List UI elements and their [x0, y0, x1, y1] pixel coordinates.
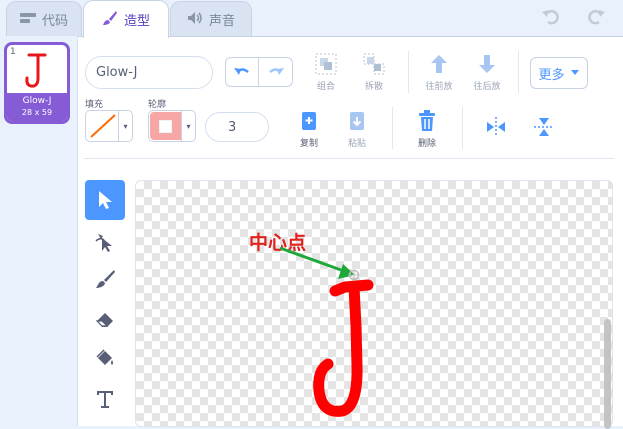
toolbar-separator — [408, 51, 409, 93]
flip-vertical-icon — [534, 118, 554, 136]
toolbar-separator — [462, 107, 463, 149]
chevron-down-icon — [570, 70, 579, 75]
text-tool[interactable] — [85, 379, 125, 419]
eraser-tool[interactable] — [85, 299, 125, 339]
tab-costumes-label: 造型 — [123, 14, 150, 29]
fill-label: 填充 — [85, 100, 104, 110]
select-tool[interactable] — [85, 180, 125, 220]
tab-code-label: 代码 — [41, 14, 68, 29]
outline-width-value: 3 — [228, 119, 237, 135]
costume-name-input-value: Glow-J — [96, 65, 138, 80]
arrow-down-icon — [479, 55, 495, 73]
forward-label: 往前放 — [425, 82, 453, 92]
fill-color-picker[interactable]: ▾ — [85, 110, 133, 142]
costume-card[interactable]: 1 Glow-J 28 x 59 — [4, 42, 70, 124]
more-button[interactable]: 更多 — [530, 57, 588, 89]
toolbar-separator — [518, 51, 519, 93]
brush-icon — [102, 10, 118, 29]
chevron-down-icon: ▾ — [118, 111, 132, 141]
reshape-icon — [95, 234, 112, 252]
fill-tool[interactable] — [85, 339, 125, 379]
copy-button[interactable]: 复制 — [294, 110, 324, 149]
costume-name: Glow-J — [22, 96, 52, 106]
paint-editor: Glow-J 组合 拆散 往前放 往后放 更多 填充 ▾ 轮廓 ▾ 3 复制 粘… — [78, 36, 623, 429]
redo-button[interactable] — [259, 57, 293, 87]
costume-thumbnail — [25, 53, 47, 88]
undo-button[interactable] — [225, 57, 259, 87]
costume-number: 1 — [10, 47, 16, 57]
copy-label: 复制 — [299, 139, 318, 149]
toolbar-divider — [84, 158, 614, 159]
speaker-icon — [187, 11, 203, 28]
brush-icon — [96, 270, 115, 288]
backward-label: 往后放 — [473, 82, 501, 92]
paste-label: 粘贴 — [347, 139, 366, 149]
tab-code[interactable]: 代码 — [6, 1, 82, 37]
tab-sounds-label: 声音 — [208, 14, 235, 29]
forward-button[interactable]: 往前放 — [422, 53, 456, 92]
tab-costumes[interactable]: 造型 — [83, 0, 169, 38]
reshape-tool[interactable] — [85, 222, 125, 262]
trash-icon — [419, 110, 435, 131]
ungroup-icon — [363, 53, 385, 75]
group-button[interactable]: 组合 — [310, 53, 342, 92]
redo-icon — [268, 68, 284, 75]
canvas-scrollbar[interactable] — [604, 319, 611, 429]
center-point-marker — [348, 269, 360, 281]
ungroup-button[interactable]: 拆散 — [358, 53, 390, 92]
flip-horizontal-icon — [487, 117, 505, 137]
more-label: 更多 — [538, 67, 565, 83]
brush-tool[interactable] — [85, 259, 125, 299]
paste-button[interactable]: 粘贴 — [342, 110, 372, 149]
paste-icon — [350, 112, 364, 130]
code-icon — [19, 12, 36, 27]
costume-list: 1 Glow-J 28 x 59 — [0, 36, 78, 426]
eraser-icon — [95, 313, 113, 327]
outline-width-input[interactable]: 3 — [205, 112, 269, 142]
group-label: 组合 — [316, 82, 335, 92]
flip-vertical-button[interactable] — [532, 115, 556, 139]
text-icon — [97, 391, 113, 408]
costume-footer: Glow-J 28 x 59 — [7, 93, 67, 121]
group-icon — [315, 53, 337, 75]
costume-glyph-j — [313, 279, 374, 417]
delete-label: 删除 — [417, 139, 436, 149]
tab-sounds[interactable]: 声音 — [170, 1, 252, 37]
toolbar-separator — [392, 107, 393, 149]
global-undo-icon[interactable] — [540, 6, 562, 28]
ungroup-label: 拆散 — [364, 82, 383, 92]
drawing-canvas[interactable]: 中心点 — [135, 180, 613, 427]
costume-size: 28 x 59 — [21, 108, 53, 117]
delete-button[interactable]: 删除 — [412, 110, 442, 149]
backward-button[interactable]: 往后放 — [470, 53, 504, 92]
chevron-down-icon: ▾ — [181, 111, 195, 141]
fill-color-swatch — [90, 114, 116, 138]
outline-color-swatch — [150, 112, 181, 140]
cursor-arrow-icon — [99, 191, 112, 209]
outline-label: 轮廓 — [148, 100, 167, 110]
undo-icon — [234, 68, 249, 75]
global-redo-icon[interactable] — [585, 6, 607, 28]
arrow-up-icon — [431, 55, 447, 73]
flip-horizontal-button[interactable] — [484, 115, 508, 139]
outline-color-picker[interactable]: ▾ — [148, 110, 196, 142]
costume-name-input[interactable]: Glow-J — [85, 56, 213, 89]
paint-bucket-icon — [96, 349, 113, 365]
copy-icon — [302, 112, 316, 130]
